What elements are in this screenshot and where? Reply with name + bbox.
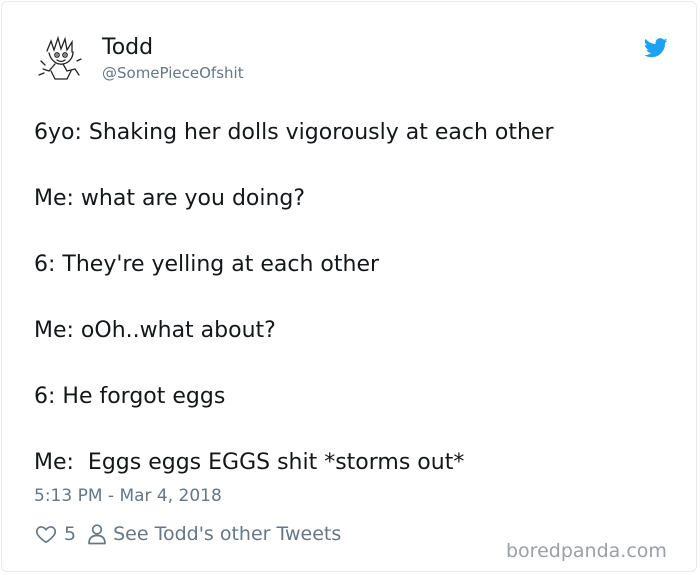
tweet-line: Me: oOh..what about? <box>34 318 276 343</box>
watermark: boredpanda.com <box>506 540 667 562</box>
tweet-actions: 5 See Todd's other Tweets <box>35 521 341 547</box>
tweet-line: Me: what are you doing? <box>34 186 306 211</box>
avatar[interactable] <box>33 31 89 87</box>
tweet-line: 6: They're yelling at each other <box>34 252 380 277</box>
avatar-sketch-image <box>33 31 89 87</box>
tweet-card: Todd @SomePieceOfshit 6yo: Shaking her d… <box>1 1 697 572</box>
tweet-line: Me: Eggs eggs EGGS shit *storms out* <box>34 450 465 475</box>
user-handle[interactable]: @SomePieceOfshit <box>102 64 244 82</box>
twitter-bird-icon[interactable] <box>644 38 668 58</box>
tweet-line: 6yo: Shaking her dolls vigorously at eac… <box>34 120 554 145</box>
like-count[interactable]: 5 <box>64 523 76 545</box>
display-name[interactable]: Todd <box>102 35 153 61</box>
see-other-tweets-link[interactable]: See Todd's other Tweets <box>113 523 341 545</box>
tweet-timestamp[interactable]: 5:13 PM - Mar 4, 2018 <box>34 486 222 506</box>
heart-icon[interactable] <box>35 523 57 545</box>
tweet-line: 6: He forgot eggs <box>34 384 226 409</box>
person-icon[interactable] <box>87 523 107 545</box>
tweet-text: 6yo: Shaking her dolls vigorously at eac… <box>34 119 674 477</box>
